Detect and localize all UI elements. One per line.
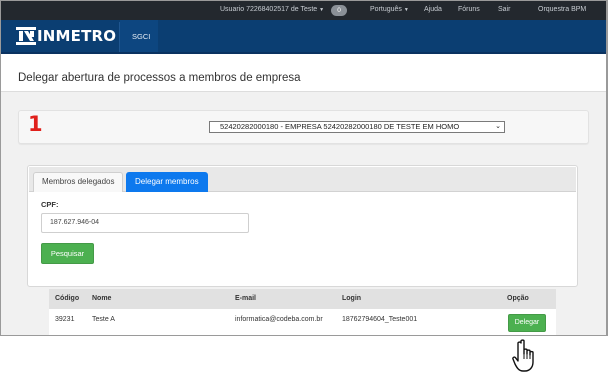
tab-delegate-members[interactable]: Delegar membros bbox=[126, 172, 208, 192]
cpf-input[interactable]: 187.627.946-04 bbox=[41, 213, 249, 233]
brand-logo[interactable]: INMETRO bbox=[1, 20, 119, 52]
results-table: Código Nome E-mail Login Opção 39231 Tes… bbox=[49, 289, 556, 335]
step-number-annotation: 1 bbox=[28, 112, 43, 136]
chevron-down-icon: ⌄ bbox=[495, 123, 501, 130]
help-link[interactable]: Ajuda bbox=[424, 6, 442, 13]
nav-item-sgci-label: SGCI bbox=[132, 32, 151, 41]
user-menu[interactable]: Usuario 72268402517 de Teste ▼ bbox=[220, 6, 324, 13]
cell-login: 18762794604_Teste001 bbox=[342, 316, 418, 323]
language-label: Português bbox=[370, 6, 402, 13]
column-header-code: Código bbox=[55, 295, 80, 302]
caret-down-icon: ▼ bbox=[403, 7, 409, 13]
column-header-email: E-mail bbox=[235, 295, 257, 302]
table-header-row: Código Nome E-mail Login Opção bbox=[49, 289, 556, 309]
language-menu[interactable]: Português ▼ bbox=[370, 6, 409, 13]
delegate-button[interactable]: Delegar bbox=[508, 314, 546, 332]
top-utility-bar: Usuario 72268402517 de Teste ▼ 0 Portuguê… bbox=[1, 1, 606, 20]
cell-name: Teste A bbox=[92, 316, 115, 323]
logo-wordmark: INMETRO bbox=[37, 27, 117, 45]
company-select-value: 52420282000180 - EMPRESA 52420282000180 … bbox=[220, 122, 460, 131]
page-title: Delegar abertura de processos a membros … bbox=[18, 72, 301, 84]
hand-pointer-icon bbox=[512, 339, 534, 372]
column-header-name: Nome bbox=[92, 295, 112, 302]
column-header-login: Login bbox=[342, 295, 362, 302]
cpf-label: CPF: bbox=[41, 200, 59, 209]
inmetro-logo-icon bbox=[16, 27, 36, 45]
cell-email: informatica@codeba.com.br bbox=[235, 316, 323, 323]
tab-strip: Membros delegados Delegar membros bbox=[29, 167, 576, 192]
forums-link[interactable]: Fóruns bbox=[458, 6, 480, 13]
company-select-panel: 1 52420282000180 - EMPRESA 5242028200018… bbox=[18, 110, 589, 144]
tab-delegated-members[interactable]: Membros delegados bbox=[33, 172, 124, 192]
orchestra-link[interactable]: Orquestra BPM bbox=[538, 6, 586, 13]
brand-navbar: INMETRO SGCI bbox=[1, 20, 606, 54]
search-button[interactable]: Pesquisar bbox=[41, 243, 94, 264]
company-select[interactable]: 52420282000180 - EMPRESA 52420282000180 … bbox=[209, 121, 505, 133]
page-header: Delegar abertura de processos a membros … bbox=[1, 54, 606, 92]
logout-link[interactable]: Sair bbox=[498, 6, 510, 13]
user-name: Usuario 72268402517 de Teste bbox=[220, 6, 318, 13]
browser-frame: Usuario 72268402517 de Teste ▼ 0 Portuguê… bbox=[0, 0, 608, 336]
cell-code: 39231 bbox=[55, 316, 75, 323]
caret-down-icon: ▼ bbox=[319, 7, 325, 13]
delegation-panel: Membros delegados Delegar membros CPF: 1… bbox=[27, 165, 578, 287]
notification-badge[interactable]: 0 bbox=[331, 5, 347, 16]
column-header-option: Opção bbox=[507, 295, 529, 302]
